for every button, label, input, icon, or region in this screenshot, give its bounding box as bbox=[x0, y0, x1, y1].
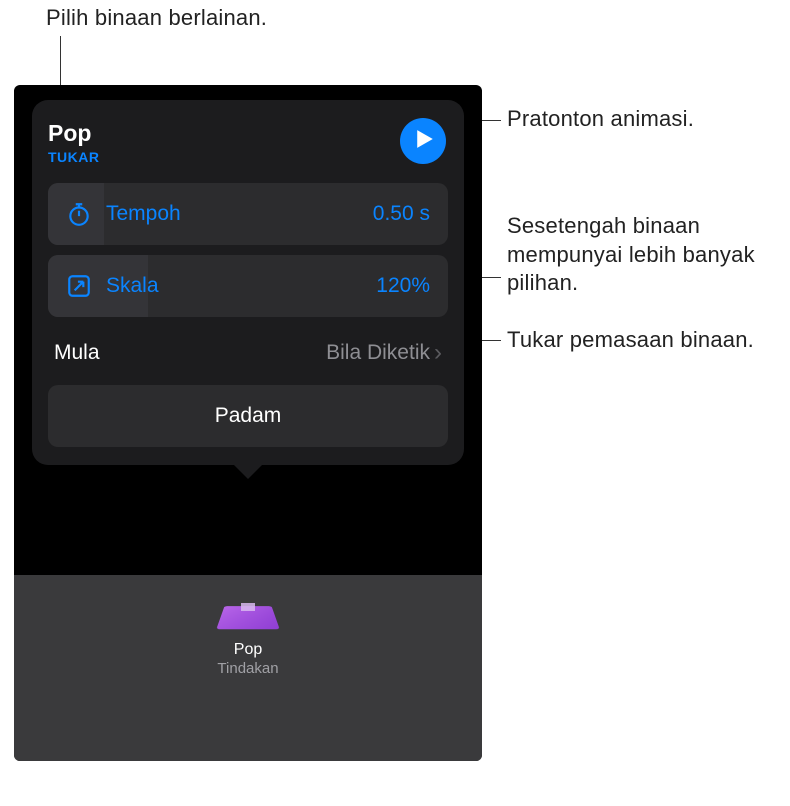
duration-label: Tempoh bbox=[106, 202, 181, 226]
action-tile-title: Pop bbox=[183, 641, 313, 659]
popover-header: Pop TUKAR bbox=[48, 120, 448, 165]
stopwatch-icon bbox=[66, 201, 92, 227]
start-label: Mula bbox=[54, 341, 100, 365]
delete-label: Padam bbox=[215, 404, 282, 428]
callout-change: Pilih binaan berlainan. bbox=[46, 4, 267, 33]
device-frame: Pop Tindakan Pop TUKAR Tempoh 0.50 s bbox=[14, 85, 482, 761]
build-popover: Pop TUKAR Tempoh 0.50 s Skala 120% bbox=[32, 100, 464, 465]
start-row[interactable]: Mula Bila Diketik › bbox=[48, 327, 448, 385]
chevron-right-icon: › bbox=[434, 339, 442, 367]
callout-preview: Pratonton animasi. bbox=[507, 105, 694, 134]
callout-timing: Tukar pemasaan binaan. bbox=[507, 326, 767, 355]
scale-row[interactable]: Skala 120% bbox=[48, 255, 448, 317]
duration-value: 0.50 s bbox=[373, 202, 430, 226]
action-tile-subtitle: Tindakan bbox=[183, 660, 313, 677]
scale-label: Skala bbox=[106, 274, 159, 298]
start-value: Bila Diketik › bbox=[326, 339, 442, 367]
change-button[interactable]: TUKAR bbox=[48, 149, 100, 165]
action-tile[interactable]: Pop Tindakan bbox=[183, 595, 313, 677]
bottom-bar: Pop Tindakan bbox=[14, 575, 482, 761]
build-title: Pop bbox=[48, 120, 100, 147]
duration-row[interactable]: Tempoh 0.50 s bbox=[48, 183, 448, 245]
preview-button[interactable] bbox=[400, 118, 446, 164]
callout-options: Sesetengah binaan mempunyai lebih banyak… bbox=[507, 212, 767, 298]
play-icon bbox=[413, 129, 434, 154]
scale-icon bbox=[66, 273, 92, 299]
scale-value: 120% bbox=[376, 274, 430, 298]
action-effect-icon bbox=[221, 595, 275, 635]
delete-button[interactable]: Padam bbox=[48, 385, 448, 447]
